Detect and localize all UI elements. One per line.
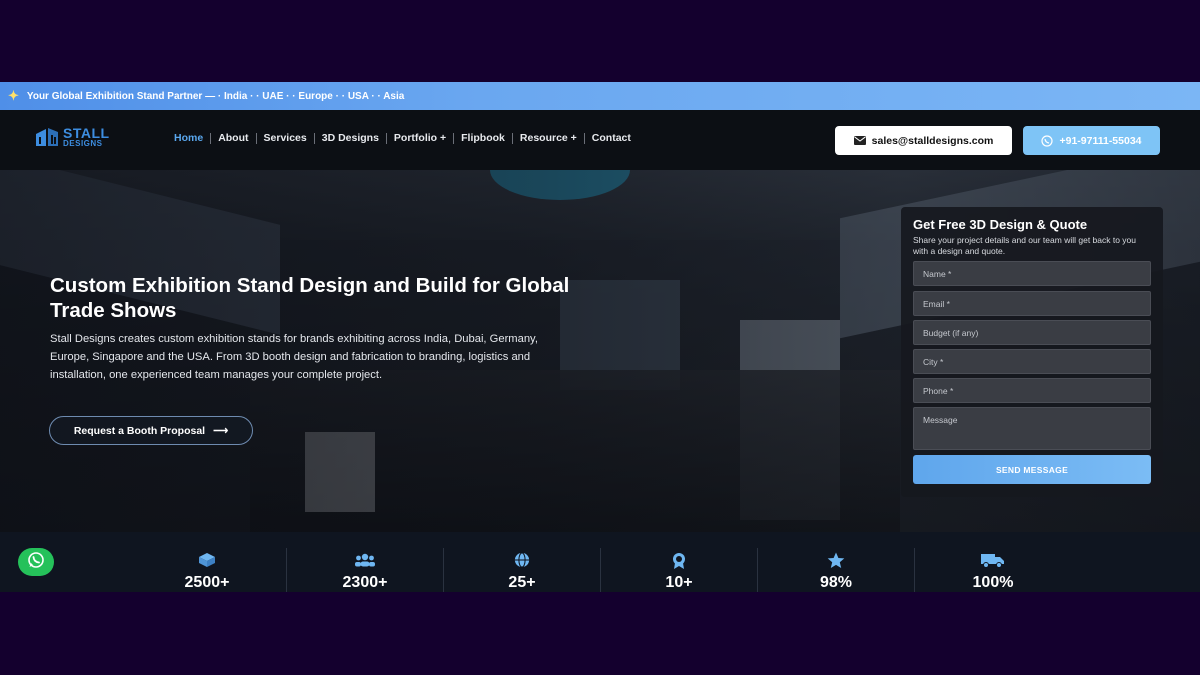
logo-mark-icon — [34, 124, 60, 150]
stat-item: 98% — [757, 532, 915, 592]
stat-item: 2300+ — [286, 532, 444, 592]
main-navbar: STALL DESIGNS Home About Services 3D Des… — [0, 110, 1200, 170]
whatsapp-icon — [1041, 134, 1054, 147]
phone-label: +91-97111-55034 — [1059, 134, 1142, 147]
announcement-text: Your Global Exhibition Stand Partner — ·… — [26, 90, 405, 102]
award-icon — [600, 552, 758, 569]
message-field[interactable]: Message — [913, 407, 1151, 450]
stat-value: 2500+ — [184, 574, 230, 591]
envelope-icon — [853, 136, 866, 145]
whatsapp-icon — [27, 551, 45, 574]
nav-home[interactable]: Home — [174, 132, 210, 144]
nav-flipbook[interactable]: Flipbook — [454, 132, 512, 144]
quote-form: Get Free 3D Design & Quote Share your pr… — [901, 207, 1163, 497]
request-proposal-button[interactable]: Request a Booth Proposal ⟶ — [49, 416, 253, 445]
stat-item: 100% — [914, 532, 1072, 592]
truck-icon — [914, 552, 1072, 568]
stat-value: 2300+ — [342, 574, 388, 591]
name-field[interactable]: Name * — [913, 261, 1151, 286]
nav-resource[interactable]: Resource + — [513, 132, 584, 144]
star-icon — [757, 552, 915, 568]
cube-icon — [128, 552, 286, 568]
sparkle-icon: ✦ — [8, 88, 19, 103]
nav-portfolio[interactable]: Portfolio + — [387, 132, 453, 144]
stat-item: 10+ — [600, 532, 758, 592]
stat-value: 98% — [819, 574, 853, 591]
form-title: Get Free 3D Design & Quote — [913, 217, 1088, 232]
send-message-button[interactable]: SEND MESSAGE — [913, 455, 1151, 484]
form-subtitle: Share your project details and our team … — [913, 235, 1137, 256]
budget-field[interactable]: Budget (if any) — [913, 320, 1151, 345]
nav-3d-designs[interactable]: 3D Designs — [315, 132, 386, 144]
nav-about[interactable]: About — [211, 132, 255, 144]
hero-description: Stall Designs creates custom exhibition … — [50, 333, 538, 382]
logo-line-1: STALL — [63, 125, 110, 141]
stats-strip: 2500+ 2300+ 25+ 10+ 98% 100% — [0, 532, 1200, 592]
stat-item: 2500+ — [128, 532, 286, 592]
stat-value: 100% — [972, 574, 1014, 591]
globe-icon — [443, 552, 601, 568]
page-frame: ✦ Your Global Exhibition Stand Partner —… — [0, 82, 1200, 592]
hero-title: Custom Exhibition Stand Design and Build… — [50, 274, 570, 322]
city-field[interactable]: City * — [913, 349, 1151, 374]
nav-menu: Home About Services 3D Designs Portfolio… — [174, 132, 638, 144]
whatsapp-phone-button[interactable]: +91-97111-55034 — [1023, 126, 1160, 155]
stat-item: 25+ — [443, 532, 601, 592]
hero-section: Custom Exhibition Stand Design and Build… — [0, 170, 1200, 532]
logo[interactable]: STALL DESIGNS — [34, 124, 110, 150]
nav-services[interactable]: Services — [257, 132, 314, 144]
users-icon — [286, 552, 444, 568]
email-label: sales@stalldesigns.com — [871, 134, 994, 147]
nav-contact[interactable]: Contact — [585, 132, 638, 144]
stat-value: 10+ — [665, 574, 693, 591]
arrow-right-icon: ⟶ — [213, 424, 229, 437]
email-button[interactable]: sales@stalldesigns.com — [835, 126, 1012, 155]
whatsapp-float-button[interactable] — [18, 548, 54, 576]
logo-line-2: DESIGNS — [63, 139, 103, 148]
announcement-bar: ✦ Your Global Exhibition Stand Partner —… — [0, 82, 1200, 110]
stat-value: 25+ — [508, 574, 536, 591]
phone-field[interactable]: Phone * — [913, 378, 1151, 403]
cta-label: Request a Booth Proposal — [73, 424, 206, 437]
email-field[interactable]: Email * — [913, 291, 1151, 316]
